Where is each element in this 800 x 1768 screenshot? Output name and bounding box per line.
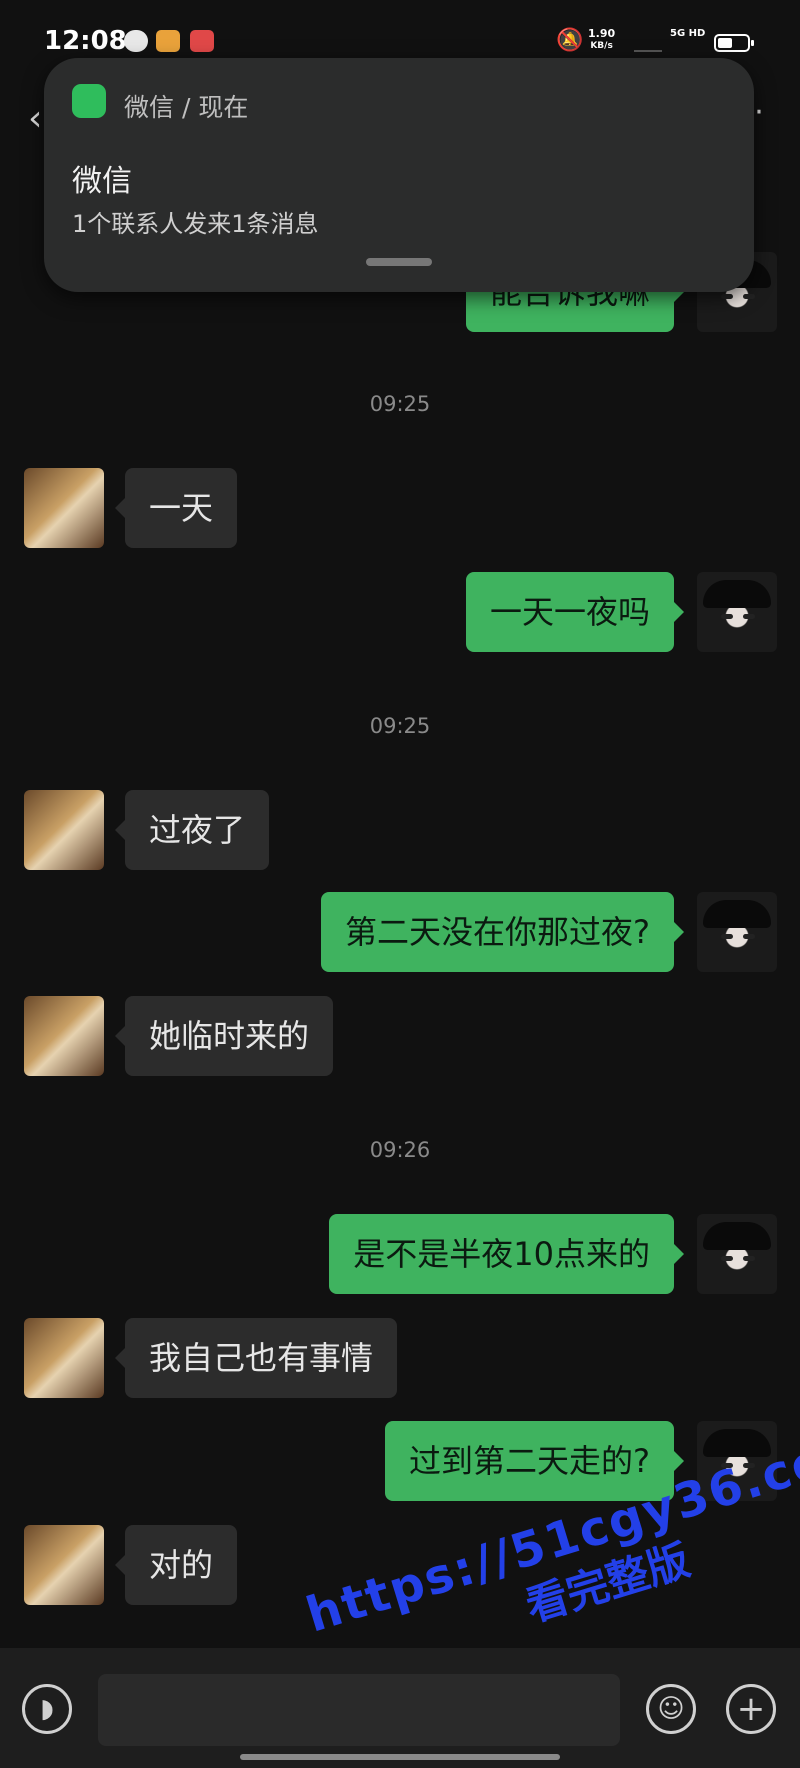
message-bubble-received[interactable]: 对的 [114,1525,238,1605]
network-type: 5G HD [670,28,706,39]
contact-avatar[interactable] [24,468,104,548]
chat-app-icon [124,30,148,52]
my-avatar[interactable] [697,1214,777,1294]
message-bubble-received[interactable]: 一天 [114,468,238,548]
voice-icon[interactable]: ◗ [22,1684,72,1734]
message-timestamp: 09:25 [369,392,431,416]
weibo-icon [156,30,180,52]
message-timestamp: 09:26 [369,1138,431,1162]
contact-avatar[interactable] [24,996,104,1076]
message-bubble-sent[interactable]: 是不是半夜10点来的 [329,1214,684,1294]
network-speed-value: 1.90 [588,27,616,40]
notification-body: 1个联系人发来1条消息 [72,210,319,238]
message-bubble-received[interactable]: 我自己也有事情 [114,1318,398,1398]
message-bubble-sent[interactable]: 一天一夜吗 [465,572,685,652]
my-avatar[interactable] [697,892,777,972]
signal-icon [634,34,662,52]
home-indicator[interactable] [240,1754,560,1760]
back-icon[interactable]: ‹ [28,98,42,139]
status-time: 12:08 [44,26,127,56]
app-notification-icon [190,30,214,52]
message-bubble-received[interactable]: 她临时来的 [114,996,334,1076]
notification-banner[interactable]: 微信 / 现在 微信 1个联系人发来1条消息 [44,58,754,292]
message-timestamp: 09:25 [369,714,431,738]
message-bubble-sent[interactable]: 第二天没在你那过夜? [321,892,684,972]
contact-avatar[interactable] [24,1525,104,1605]
my-avatar[interactable] [697,572,777,652]
network-speed-unit: KB/s [590,41,613,51]
contact-avatar[interactable] [24,790,104,870]
notification-title: 微信 [72,164,132,199]
network-speed: 1.90 KB/s [588,28,615,52]
contact-avatar[interactable] [24,1318,104,1398]
notification-app-line: 微信 / 现在 [124,93,249,122]
notification-drag-handle[interactable] [366,258,432,266]
battery-icon [714,34,754,52]
message-bubble-received[interactable]: 过夜了 [114,790,270,870]
emoji-icon[interactable]: ☺ [646,1684,696,1734]
plus-icon[interactable]: + [726,1684,776,1734]
mute-bell-icon: 🔕 [556,28,584,53]
wechat-icon [72,84,106,118]
